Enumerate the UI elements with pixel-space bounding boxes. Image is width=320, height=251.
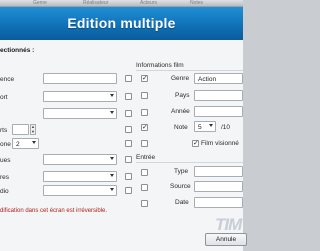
audio-select[interactable] xyxy=(43,185,117,196)
note-max: /10 xyxy=(221,124,231,131)
section-informations-film: Informations film xyxy=(136,62,184,69)
pays-label: Pays xyxy=(175,92,190,99)
field-label-parts: rts xyxy=(0,127,8,134)
field-label-support: ort xyxy=(0,94,8,101)
spin-down-icon[interactable]: ▼ xyxy=(31,130,35,134)
parts-input[interactable] xyxy=(12,124,29,135)
strip-item: Réalisateur xyxy=(83,0,109,6)
chevron-down-icon xyxy=(110,188,114,191)
genre-input[interactable]: Action xyxy=(194,73,243,84)
source-label: Source xyxy=(170,183,191,190)
date-label: Date xyxy=(175,199,189,206)
support-select[interactable] xyxy=(43,91,117,102)
chevron-down-icon xyxy=(110,94,114,97)
checkbox-type[interactable] xyxy=(141,169,148,176)
checkbox-source[interactable] xyxy=(141,184,148,191)
checkbox-reference[interactable] xyxy=(125,75,132,82)
type-label: Type xyxy=(174,168,189,175)
checkbox-support[interactable] xyxy=(125,93,132,100)
zone-select-value: 2 xyxy=(16,140,20,148)
reference-input[interactable] xyxy=(43,73,117,84)
chevron-down-icon xyxy=(110,174,114,177)
strip-item: Genre xyxy=(33,0,47,6)
annee-label: Année xyxy=(171,108,190,115)
date-input[interactable] xyxy=(194,197,243,208)
strip-item: Notes xyxy=(190,0,204,6)
checkbox-note[interactable] xyxy=(141,123,148,133)
chevron-down-icon xyxy=(110,157,114,160)
checkbox-film-vu[interactable] xyxy=(141,140,148,147)
zone-select[interactable]: 2 xyxy=(12,138,39,149)
field-label-zone: one xyxy=(0,141,11,148)
section-divider xyxy=(136,70,243,71)
warning-text: dification dans cet écran est irréversib… xyxy=(0,208,108,214)
pays-input[interactable] xyxy=(194,90,243,101)
format-select[interactable] xyxy=(43,108,117,119)
checkbox-audio[interactable] xyxy=(125,187,132,194)
sous-titres-select[interactable] xyxy=(43,171,117,182)
top-strip: Genre Réalisateur Acteurs Notes xyxy=(0,0,243,7)
selected-heading: ectionnés : xyxy=(0,47,35,54)
watermark-logo: TIM xyxy=(215,215,242,234)
annee-input[interactable] xyxy=(194,106,243,117)
field-label-sous-titres: res xyxy=(0,174,10,181)
chevron-down-icon xyxy=(110,111,114,114)
checkbox-sous-titres[interactable] xyxy=(125,173,132,180)
strip-item: Acteurs xyxy=(140,0,157,6)
genre-input-value: Action xyxy=(198,75,217,83)
checkbox-annee[interactable] xyxy=(141,109,148,116)
checkbox-genre[interactable] xyxy=(141,74,148,84)
section-divider xyxy=(136,162,243,163)
note-select-value: 5 xyxy=(198,123,202,131)
section-entree: Entrée xyxy=(136,154,156,161)
checkbox-pays[interactable] xyxy=(141,92,148,99)
checkbox-zone[interactable] xyxy=(125,140,132,147)
parts-spinner[interactable]: ▲ ▼ xyxy=(30,124,36,135)
checkbox-date[interactable] xyxy=(141,200,148,207)
field-label-reference: ence xyxy=(0,76,15,83)
checkbox-langues[interactable] xyxy=(125,156,132,163)
type-input[interactable] xyxy=(194,166,243,177)
field-label-audio: dio xyxy=(0,188,9,195)
film-visionne-label: Film visionné xyxy=(201,140,239,147)
langues-select[interactable] xyxy=(43,154,117,165)
chevron-down-icon xyxy=(32,141,36,144)
dialog-title: Edition multiple xyxy=(67,15,176,31)
field-label-langues: ues xyxy=(0,157,11,164)
checkbox-parts[interactable] xyxy=(125,126,132,133)
genre-label: Genre xyxy=(171,75,190,82)
cancel-button[interactable]: Annule xyxy=(205,233,247,246)
chevron-down-icon xyxy=(209,124,213,127)
note-select[interactable]: 5 xyxy=(194,121,216,132)
film-visionne-checkbox[interactable] xyxy=(192,139,199,149)
source-input[interactable] xyxy=(194,181,243,192)
note-label: Note xyxy=(174,124,188,131)
checkbox-format[interactable] xyxy=(125,110,132,117)
